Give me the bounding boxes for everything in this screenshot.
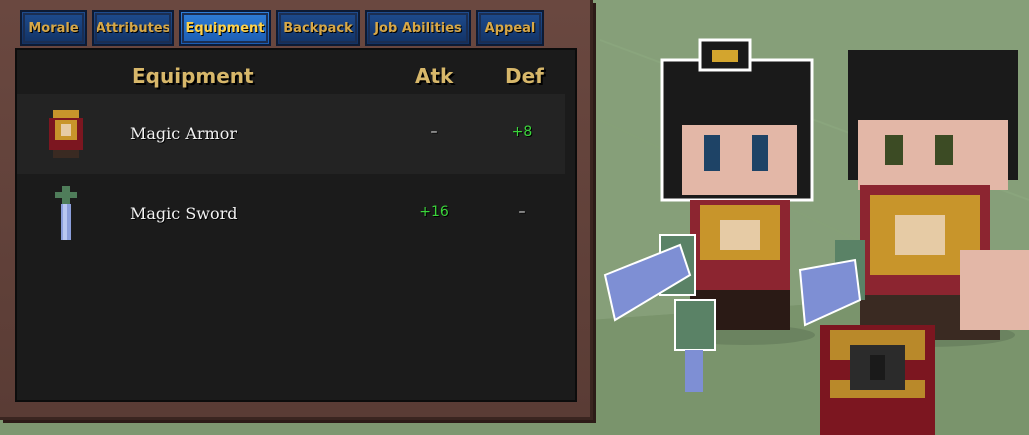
tab-backpack[interactable]: Backpack [276,10,360,46]
column-header-atk: Atk [415,64,454,88]
table-header: Equipment Atk Def [17,50,575,94]
item-name: Magic Armor [130,124,237,143]
tab-equipment[interactable]: Equipment [179,10,271,46]
magic-armor-icon [49,110,83,158]
equipment-table: Equipment Atk Def Magic Armor – +8 Magic… [15,48,577,402]
item-def: +8 [511,124,533,140]
tab-bar: Morale Attributes Equipment Backpack Job… [20,10,570,50]
tab-job-abilities[interactable]: Job Abilities [365,10,471,46]
table-row[interactable]: Magic Sword +16 – [17,174,565,254]
table-row[interactable]: Magic Armor – +8 [17,94,565,174]
character-info-panel: Morale Attributes Equipment Backpack Job… [0,0,593,420]
tab-morale[interactable]: Morale [20,10,87,46]
column-header-def: Def [505,64,544,88]
item-atk: +16 [419,204,449,220]
item-atk: – [430,124,438,140]
item-def: – [518,204,526,220]
item-name: Magic Sword [130,204,238,223]
column-header-equipment: Equipment [132,64,254,88]
magic-sword-icon [55,186,77,240]
treasure-chest[interactable] [820,325,935,435]
tab-appeal[interactable]: Appeal [476,10,544,46]
tab-attributes[interactable]: Attributes [92,10,174,46]
